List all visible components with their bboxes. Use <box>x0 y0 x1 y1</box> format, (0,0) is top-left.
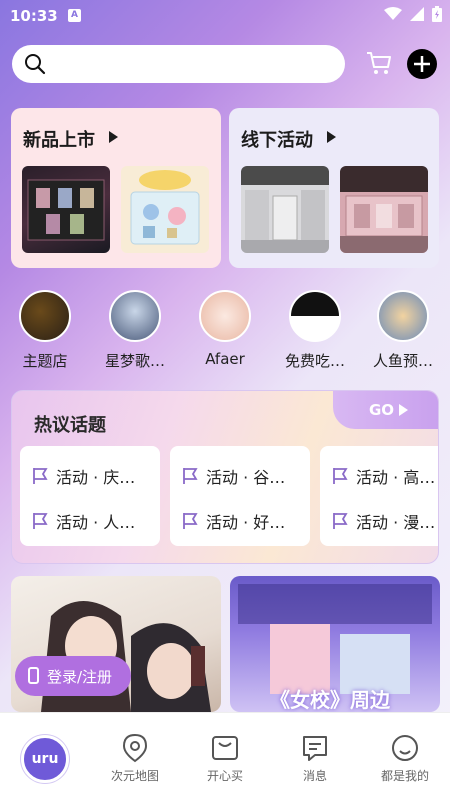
map-pin-icon <box>122 733 148 763</box>
tab-label: 都是我的 <box>380 769 429 783</box>
tab-shop[interactable]: 开心买 <box>180 713 270 800</box>
message-icon <box>303 736 327 761</box>
product-art <box>27 179 105 241</box>
flag-icon <box>33 468 48 484</box>
avatar <box>19 290 71 342</box>
status-time: 10:33 <box>10 7 58 25</box>
new-arrival-image-1[interactable] <box>22 166 110 253</box>
wifi-icon <box>384 7 402 20</box>
arrow-right-icon <box>327 131 336 143</box>
topic-item[interactable]: 活动 · 好… <box>182 509 285 533</box>
avatar <box>377 290 429 342</box>
shortcut-label: 人鱼预… <box>372 352 433 370</box>
topic-card[interactable]: 活动 · 高… 活动 · 漫… <box>320 446 438 546</box>
shortcut-label: 主题店 <box>22 352 68 370</box>
flag-icon <box>333 468 348 484</box>
shortcut-mermaid-presale[interactable]: 人鱼预… <box>363 290 443 371</box>
tab-home[interactable]: uru <box>0 713 90 800</box>
cart-icon[interactable] <box>366 50 392 76</box>
topic-item[interactable]: 活动 · 谷… <box>182 464 285 488</box>
shortcut-label: 免费吃… <box>284 352 345 370</box>
search-icon <box>25 54 46 75</box>
notification-icon: A <box>68 9 81 22</box>
avatar <box>289 290 341 342</box>
offline-event-image-2[interactable] <box>340 166 428 253</box>
smile-icon <box>392 735 418 761</box>
flag-icon <box>33 513 48 529</box>
shortcut-star-dream[interactable]: 星梦歌… <box>95 290 175 371</box>
search-input[interactable] <box>12 45 345 83</box>
shortcut-afaer[interactable]: Afaer <box>185 290 265 368</box>
add-button[interactable] <box>407 49 437 79</box>
signal-icon <box>410 7 424 21</box>
phone-icon <box>28 667 39 684</box>
topic-card[interactable]: 活动 · 谷… 活动 · 好… <box>170 446 310 546</box>
new-arrival-image-2[interactable] <box>121 166 209 253</box>
tab-map[interactable]: 次元地图 <box>90 713 180 800</box>
bottom-tab-bar: uru 次元地图 开心买 消息 都是我的 <box>0 712 450 800</box>
topic-label: 活动 · 人… <box>56 513 136 532</box>
logo-text: uru <box>31 751 59 767</box>
topic-item[interactable]: 活动 · 人… <box>32 509 135 533</box>
shortcut-theme-store[interactable]: 主题店 <box>5 290 85 371</box>
login-register-button[interactable]: 登录/注册 <box>15 656 131 696</box>
plus-icon <box>414 56 430 72</box>
topic-item[interactable]: 活动 · 高… <box>332 464 435 488</box>
battery-icon <box>432 6 442 22</box>
new-arrivals-title: 新品上市 <box>23 130 95 151</box>
hot-topics-title: 热议话题 <box>34 415 106 436</box>
offline-events-title: 线下活动 <box>241 130 313 151</box>
tab-label: 次元地图 <box>110 769 159 783</box>
flag-icon <box>183 468 198 484</box>
login-label: 登录/注册 <box>47 668 113 686</box>
topic-label: 活动 · 高… <box>356 468 436 487</box>
avatar <box>109 290 161 342</box>
avatar <box>199 290 251 342</box>
shortcut-label: 星梦歌… <box>104 352 165 370</box>
topic-label: 活动 · 漫… <box>356 513 436 532</box>
go-button[interactable]: GO <box>333 391 438 429</box>
offline-events-card[interactable]: 线下活动 <box>229 108 439 268</box>
new-arrivals-card[interactable]: 新品上市 <box>11 108 221 268</box>
topic-label: 活动 · 好… <box>206 513 286 532</box>
tab-messages[interactable]: 消息 <box>270 713 360 800</box>
app-logo-icon: uru <box>21 735 69 783</box>
tab-label: 消息 <box>302 769 327 783</box>
go-label: GO <box>369 401 395 419</box>
topic-label: 活动 · 庆… <box>56 468 136 487</box>
flag-icon <box>183 513 198 529</box>
feed-caption: 《女校》周边 <box>270 688 390 712</box>
hot-topics-panel: 热议话题 GO 活动 · 庆… 活动 · 人… 活动 · 谷… 活动 · 好… … <box>11 390 439 564</box>
topic-card[interactable]: 活动 · 庆… 活动 · 人… <box>20 446 160 546</box>
topic-item[interactable]: 活动 · 漫… <box>332 509 435 533</box>
shopping-box-icon <box>212 736 238 760</box>
status-bar: 10:33 A <box>0 0 450 32</box>
shortcut-row: 主题店 星梦歌… Afaer 免费吃… 人鱼预… <box>0 290 450 380</box>
tab-profile[interactable]: 都是我的 <box>360 713 450 800</box>
shortcut-label: Afaer <box>205 350 245 368</box>
feed-card-event[interactable]: 《女校》周边 <box>230 576 440 712</box>
product-art <box>130 170 200 245</box>
tab-label: 开心买 <box>206 769 243 783</box>
store-photo <box>340 195 428 253</box>
topic-item[interactable]: 活动 · 庆… <box>32 464 135 488</box>
offline-event-image-1[interactable] <box>241 166 329 253</box>
arrow-right-icon <box>109 131 118 143</box>
store-photo <box>241 190 329 253</box>
flag-icon <box>333 513 348 529</box>
arrow-right-icon <box>399 404 408 416</box>
shortcut-free-eat[interactable]: 免费吃… <box>275 290 355 371</box>
topic-label: 活动 · 谷… <box>206 468 286 487</box>
